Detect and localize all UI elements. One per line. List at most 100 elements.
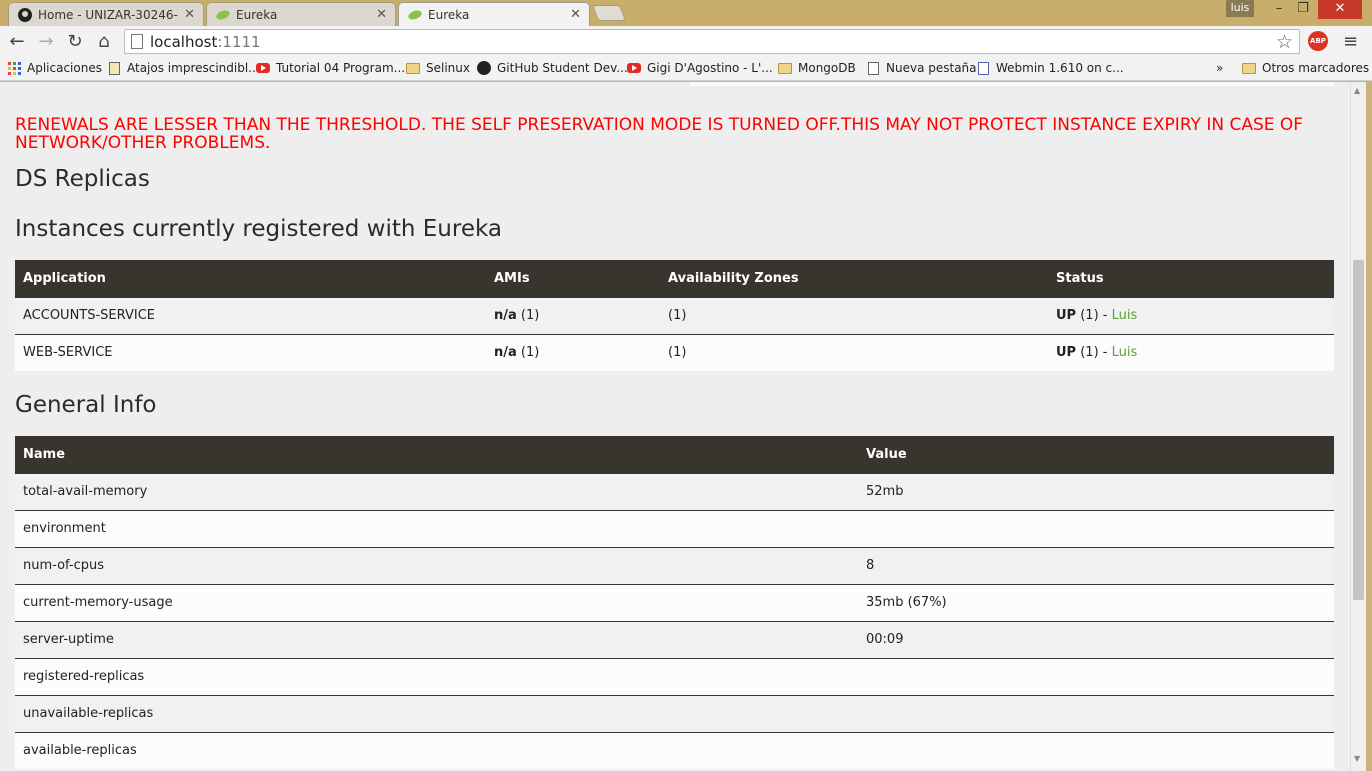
bookmark-webmin[interactable]: Webmin 1.610 on c... <box>976 61 1124 75</box>
spring-leaf-icon <box>407 7 423 23</box>
folder-icon <box>1242 61 1256 75</box>
bookmark-label: Aplicaciones <box>27 61 102 75</box>
info-value: 00:09 <box>858 620 1334 658</box>
tab-label: Home - UNIZAR-30246-W <box>38 7 179 22</box>
github-icon <box>17 7 33 23</box>
url-port: :1111 <box>217 33 261 51</box>
column-header-zones: Availability Zones <box>660 260 1048 297</box>
status-count: (1) - <box>1076 345 1112 361</box>
browser-title-bar: Home - UNIZAR-30246-W ✕ Eureka ✕ Eureka … <box>0 0 1372 26</box>
folder-icon <box>778 61 792 75</box>
scrollbar-thumb[interactable] <box>1353 260 1364 600</box>
zones-cell: (1) <box>660 296 1048 334</box>
table-row: total-avail-memory 52mb <box>15 472 1334 510</box>
column-header-status: Status <box>1048 260 1334 297</box>
youtube-icon <box>256 61 270 75</box>
table-row: current-memory-usage 35mb (67%) <box>15 583 1334 621</box>
status-cell: UP (1) - Luis <box>1048 296 1334 334</box>
instance-link[interactable]: Luis <box>1112 308 1138 323</box>
url-text: localhost:1111 <box>150 33 261 51</box>
info-name: environment <box>15 509 858 547</box>
bookmark-mongodb[interactable]: MongoDB <box>778 61 856 75</box>
status-cell: UP (1) - Luis <box>1048 333 1334 371</box>
table-row: environment <box>15 509 1334 547</box>
user-profile-badge[interactable]: luis <box>1226 0 1254 17</box>
info-value <box>858 509 1334 547</box>
column-header-value: Value <box>858 436 1334 473</box>
page-icon <box>866 61 880 75</box>
bookmark-github-student[interactable]: GitHub Student Dev... <box>477 61 628 75</box>
ami-count: (1) <box>516 308 540 323</box>
scroll-up-arrow-icon[interactable]: ▲ <box>1354 86 1360 95</box>
table-row: server-uptime 00:09 <box>15 620 1334 658</box>
info-name: current-memory-usage <box>15 583 858 621</box>
zones-cell: (1) <box>660 333 1048 371</box>
adblock-plus-icon[interactable]: ABP <box>1308 31 1328 51</box>
bookmark-gigi[interactable]: Gigi D'Agostino - L'... <box>627 61 773 75</box>
bookmark-label: Gigi D'Agostino - L'... <box>647 61 773 75</box>
tab-eureka-active[interactable]: Eureka ✕ <box>398 2 590 26</box>
browser-toolbar: ← → ↻ ⌂ localhost:1111 ☆ ABP ≡ <box>0 26 1372 58</box>
bookmark-aplicaciones[interactable]: Aplicaciones <box>7 61 102 75</box>
forward-arrow-icon[interactable]: → <box>34 30 58 54</box>
bookmark-star-icon[interactable]: ☆ <box>1276 31 1293 53</box>
vertical-scrollbar[interactable]: ▲ ▼ <box>1350 82 1366 771</box>
info-value <box>858 694 1334 732</box>
home-icon[interactable]: ⌂ <box>92 30 116 54</box>
tab-label: Eureka <box>428 7 470 22</box>
table-row: registered-replicas <box>15 657 1334 695</box>
bookmark-label: Webmin 1.610 on c... <box>996 61 1124 75</box>
bookmark-label: Nueva pestaña <box>886 61 977 75</box>
bookmark-selinux[interactable]: Selinux <box>406 61 470 75</box>
bookmark-label: Atajos imprescindibl... <box>127 61 260 75</box>
youtube-icon <box>627 61 641 75</box>
instance-link[interactable]: Luis <box>1112 345 1138 360</box>
address-bar[interactable]: localhost:1111 ☆ <box>124 29 1300 54</box>
bookmark-otros-marcadores[interactable]: Otros marcadores <box>1242 61 1369 75</box>
new-tab-button[interactable] <box>592 5 626 21</box>
tab-home-unizar[interactable]: Home - UNIZAR-30246-W ✕ <box>8 2 204 26</box>
close-tab-icon[interactable]: ✕ <box>184 7 195 22</box>
ami-cell: n/a (1) <box>486 333 660 371</box>
info-value: 8 <box>858 546 1334 584</box>
close-window-icon[interactable]: ✕ <box>1318 0 1362 19</box>
restore-icon[interactable]: ❐ <box>1292 0 1314 19</box>
info-name: available-replicas <box>15 731 858 769</box>
table-row: WEB-SERVICE n/a (1) (1) UP (1) - Luis <box>15 333 1334 371</box>
table-header-row: Name Value <box>15 436 1334 473</box>
url-host: localhost <box>150 33 218 51</box>
application-name: WEB-SERVICE <box>15 333 486 371</box>
bookmarks-overflow-button[interactable]: » <box>1216 61 1223 75</box>
application-name: ACCOUNTS-SERVICE <box>15 296 486 334</box>
table-row: unavailable-replicas <box>15 694 1334 732</box>
close-tab-icon[interactable]: ✕ <box>570 7 581 22</box>
menu-icon[interactable]: ≡ <box>1343 31 1358 52</box>
page-icon <box>131 34 143 49</box>
info-value: 52mb <box>858 472 1334 510</box>
ami-value: n/a <box>494 308 517 323</box>
bookmark-label: Otros marcadores <box>1262 61 1370 75</box>
tab-label: Eureka <box>236 7 278 22</box>
reload-icon[interactable]: ↻ <box>63 30 87 54</box>
bookmark-label: MongoDB <box>798 61 856 75</box>
bookmark-atajos[interactable]: Atajos imprescindibl... <box>107 61 260 75</box>
info-value <box>858 731 1334 769</box>
ami-value: n/a <box>494 345 517 361</box>
info-name: num-of-cpus <box>15 546 858 584</box>
minimize-icon[interactable]: – <box>1268 0 1290 19</box>
table-row: ACCOUNTS-SERVICE n/a (1) (1) UP (1) - Lu… <box>15 296 1334 334</box>
status-count: (1) - <box>1076 308 1112 323</box>
table-header-row: Application AMIs Availability Zones Stat… <box>15 260 1334 297</box>
info-name: registered-replicas <box>15 657 858 695</box>
bookmark-tutorial[interactable]: Tutorial 04 Program... <box>256 61 405 75</box>
bookmarks-bar: Aplicaciones Atajos imprescindibl... Tut… <box>0 58 1372 81</box>
table-row: num-of-cpus 8 <box>15 546 1334 584</box>
tab-eureka-1[interactable]: Eureka ✕ <box>206 2 396 26</box>
spring-leaf-icon <box>215 7 231 23</box>
info-value: 35mb (67%) <box>858 583 1334 621</box>
close-tab-icon[interactable]: ✕ <box>376 7 387 22</box>
bookmark-label: Tutorial 04 Program... <box>276 61 406 75</box>
scroll-down-arrow-icon[interactable]: ▼ <box>1354 754 1360 763</box>
bookmark-nueva-pestana[interactable]: Nueva pestaña <box>866 61 977 75</box>
back-arrow-icon[interactable]: ← <box>5 30 29 54</box>
